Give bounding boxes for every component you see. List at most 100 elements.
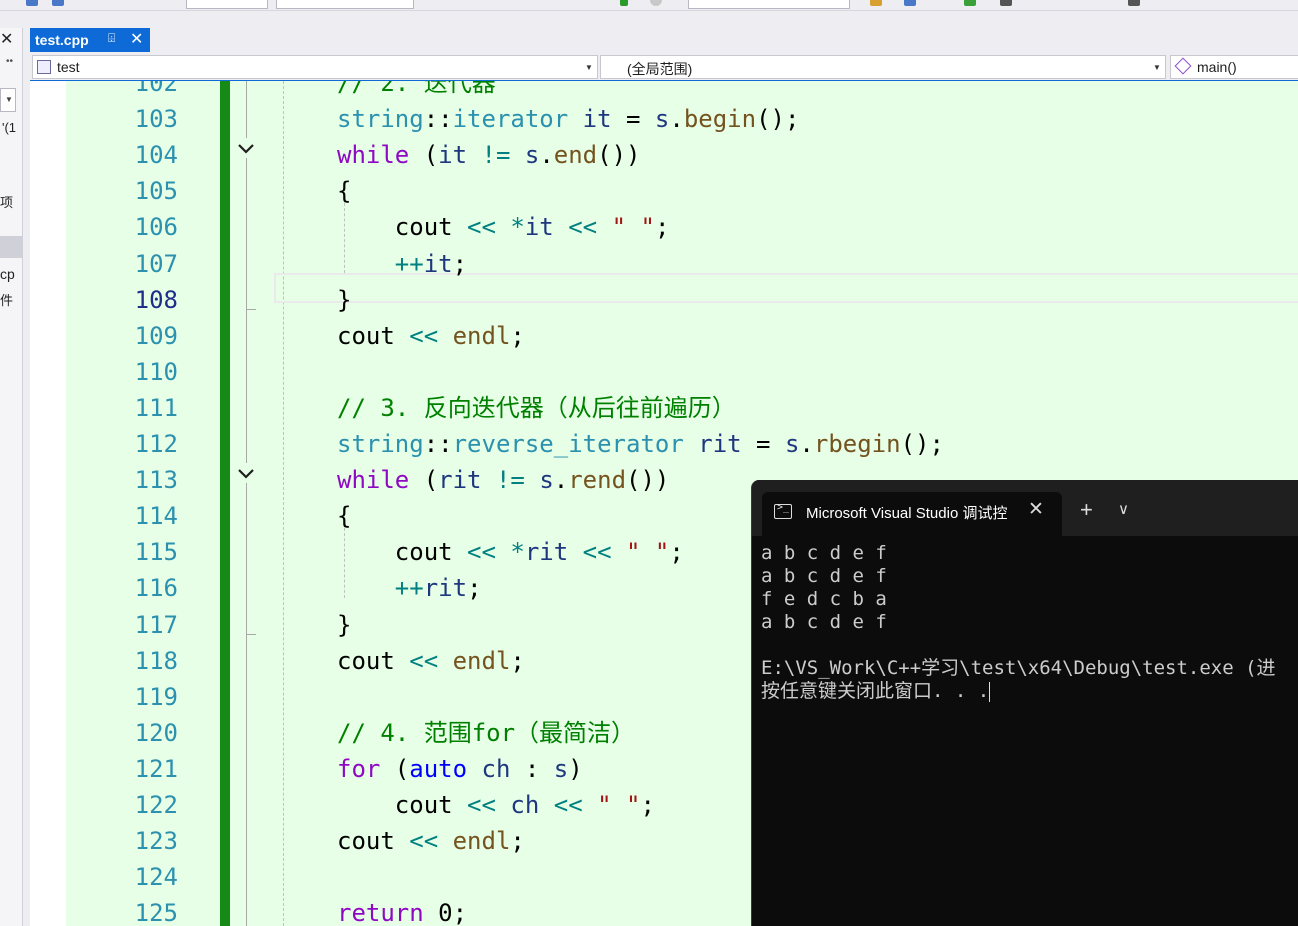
code-line: cout << endl; (337, 643, 525, 679)
code-line: string::reverse_iterator rit = s.rbegin(… (337, 426, 944, 462)
console-line: 按任意键关闭此窗口. . . (761, 680, 1276, 703)
code-token: it (423, 250, 453, 278)
code-token: 0; (423, 899, 468, 926)
pin-icon[interactable]: ⌹ (108, 31, 115, 46)
code-token: << (467, 213, 496, 241)
platform-dropdown[interactable] (276, 0, 414, 9)
stop-icon[interactable] (650, 0, 662, 6)
pane-dropdown[interactable]: ▼ (0, 88, 16, 112)
code-token: begin (683, 105, 757, 133)
code-token: << (582, 538, 612, 566)
scope-dropdown[interactable]: (全局范围) ▼ (600, 55, 1166, 79)
collapse-chevron-icon[interactable] (236, 138, 256, 158)
collapse-chevron-icon[interactable] (236, 463, 256, 483)
code-token: :: (423, 105, 453, 133)
bookmark-icon[interactable] (1128, 0, 1140, 6)
close-icon[interactable]: ✕ (130, 29, 143, 49)
code-token: << (467, 791, 496, 819)
tool-icon[interactable] (1000, 0, 1012, 6)
code-line: // 4. 范围for（最简洁） (337, 715, 635, 751)
code-token: // 3. 反向迭代器（从后往前遍历） (337, 394, 736, 422)
code-token: " " (611, 213, 655, 241)
code-line: cout << endl; (337, 318, 525, 354)
indent-guide (283, 81, 284, 926)
code-token: cout (337, 647, 410, 675)
console-tab[interactable]: >_ Microsoft Visual Studio 调试控 ✕ (762, 492, 1062, 536)
line-number: 122 (134, 791, 178, 819)
line-number: 119 (134, 683, 178, 711)
code-token: != (481, 141, 511, 169)
pane-text: 件 (0, 293, 14, 308)
solution-explorer-pane: ✕ •• ▼ '(1 项 cp 件 (0, 28, 23, 926)
chevron-down-icon[interactable]: ∨ (1118, 500, 1129, 518)
change-tracking-bar (220, 81, 230, 926)
tool-icon[interactable] (964, 0, 976, 6)
code-token: << (553, 791, 583, 819)
code-token: it (438, 141, 468, 169)
code-token: it (524, 213, 554, 241)
tool-icon[interactable] (904, 0, 916, 6)
code-token: ; (669, 538, 684, 566)
pane-selected-item[interactable] (0, 236, 22, 258)
code-token: . (669, 105, 684, 133)
code-line: } (337, 607, 351, 643)
console-text: a b c d e f (761, 565, 887, 587)
line-number: 117 (134, 611, 178, 639)
pin-icon[interactable]: •• (6, 56, 13, 67)
tool-icon[interactable] (870, 0, 882, 6)
tab-test-cpp[interactable]: test.cpp ⌹ ✕ (30, 28, 150, 52)
code-token: // 4. 范围for（最简洁） (337, 719, 636, 747)
save-all-icon[interactable] (52, 0, 64, 6)
code-token: } (337, 286, 352, 314)
code-token: rit (698, 430, 742, 458)
code-token: ; (640, 791, 655, 819)
code-token: ()) (597, 141, 641, 169)
code-token: { (337, 177, 352, 205)
console-text: f e d c b a (761, 588, 887, 610)
code-token: rit (524, 538, 569, 566)
code-token: ; (452, 250, 468, 278)
close-icon[interactable]: ✕ (0, 29, 13, 49)
start-icon[interactable] (620, 0, 628, 6)
code-token: s (654, 105, 670, 133)
function-name: main() (1197, 59, 1237, 75)
code-token: ch (481, 755, 511, 783)
function-dropdown[interactable]: main() (1170, 55, 1298, 79)
code-token: } (337, 611, 352, 639)
console-text: E:\VS_Work\C++学习\test\x64\Debug\test.exe… (761, 657, 1276, 679)
line-number: 102 (134, 81, 178, 97)
outline-end-marker (246, 309, 256, 310)
target-dropdown[interactable] (688, 0, 850, 9)
pane-text: cp (0, 266, 15, 282)
line-number: 106 (134, 213, 178, 241)
line-number: 116 (134, 574, 178, 602)
debug-console-window[interactable]: >_ Microsoft Visual Studio 调试控 ✕ + ∨ a b… (751, 480, 1298, 926)
chevron-down-icon: ▼ (1153, 63, 1161, 72)
code-line: while (rit != s.rend()) (337, 462, 669, 498)
console-line: f e d c b a (761, 588, 1276, 611)
glyph-margin (30, 81, 66, 926)
save-icon[interactable] (26, 0, 38, 6)
project-dropdown[interactable]: test ▼ (32, 55, 598, 79)
code-token: s (553, 755, 569, 783)
cube-icon (1174, 57, 1192, 75)
config-dropdown[interactable] (186, 0, 268, 9)
close-icon[interactable]: ✕ (1028, 498, 1044, 521)
line-number: 114 (134, 502, 178, 530)
line-number: 125 (134, 899, 178, 926)
code-token: string (337, 105, 424, 133)
line-number: 103 (134, 105, 178, 133)
new-tab-icon[interactable]: + (1080, 497, 1093, 523)
line-number: 112 (134, 430, 178, 458)
code-token: = (741, 430, 785, 458)
code-token: while (337, 141, 410, 169)
code-token: ; (510, 322, 525, 350)
